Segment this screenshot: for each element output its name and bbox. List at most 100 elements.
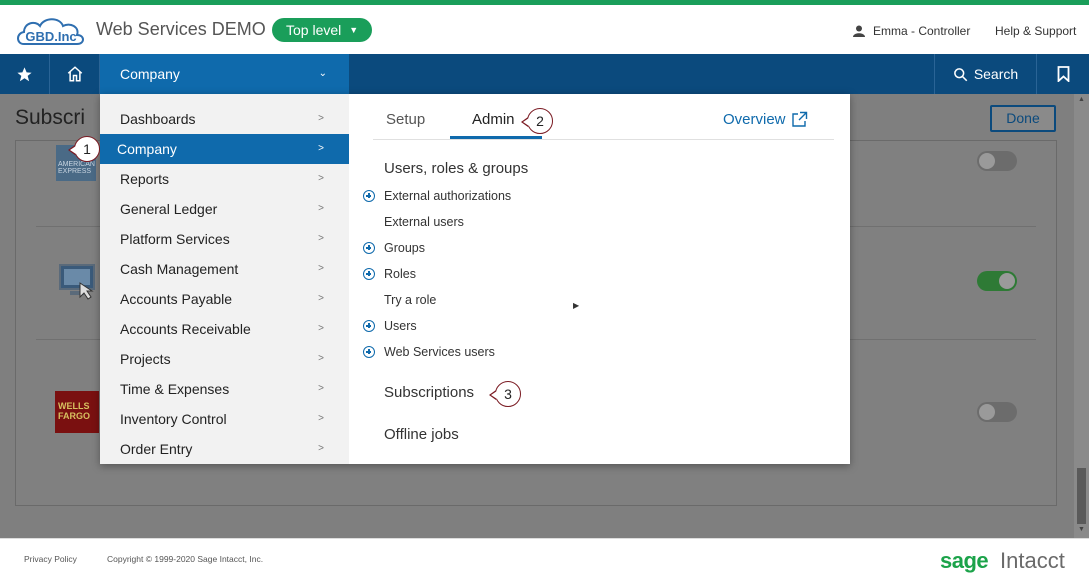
menu-item-cash-management[interactable]: Cash Management > [100,254,349,284]
menu-item-general-ledger[interactable]: General Ledger > [100,194,349,224]
menu-item-accounts-receivable[interactable]: Accounts Receivable > [100,314,349,344]
chevron-right-icon: > [318,113,324,124]
tab-setup[interactable]: Setup [386,111,425,128]
menu-item-inventory-control[interactable]: Inventory Control > [100,404,349,434]
add-icon[interactable] [363,268,375,280]
page-footer: Privacy Policy Copyright © 1999-2020 Sag… [0,538,1089,581]
callout-marker-1: 1 [68,136,100,162]
link-web-services-users[interactable]: Web Services users [363,345,495,359]
chevron-right-icon: > [318,293,324,304]
overview-link[interactable]: Overview [723,111,808,128]
link-external-users[interactable]: External users [363,215,464,229]
user-menu[interactable]: Emma - Controller [853,24,970,38]
entity-level-button[interactable]: Top level ▼ [272,18,373,42]
chevron-right-icon: > [318,383,324,394]
chevron-down-icon: ▼ [349,25,359,35]
scroll-thumb[interactable] [1077,468,1086,524]
svg-text:GBD.Inc: GBD.Inc [25,29,76,44]
entity-level-label: Top level [286,22,342,38]
scroll-down-icon[interactable]: ▼ [1077,526,1086,533]
menu-item-label: Inventory Control [120,411,227,427]
menu-item-accounts-payable[interactable]: Accounts Payable > [100,284,349,314]
company-mega-menu: Dashboards > Company > Reports > General Le… [100,94,850,464]
chevron-right-icon: > [318,323,324,334]
add-icon[interactable] [363,320,375,332]
chevron-down-icon: ⌄ [318,68,327,79]
privacy-policy-link[interactable]: Privacy Policy [24,554,77,564]
favorites-button[interactable] [0,54,50,94]
subscription-toggle-web-services[interactable] [977,271,1017,291]
menu-item-reports[interactable]: Reports > [100,164,349,194]
menu-item-dashboards[interactable]: Dashboards > [100,104,349,134]
intacct-brand-logo: Intacct [1000,548,1065,573]
user-name: Emma - Controller [873,24,971,38]
section-users-roles-groups: Users, roles & groups [384,160,529,177]
menu-item-platform-services[interactable]: Platform Services > [100,224,349,254]
menu-item-projects[interactable]: Projects > [100,344,349,374]
menu-item-label: Cash Management [120,261,239,277]
link-label: Groups [384,241,425,255]
add-icon[interactable] [363,242,375,254]
menu-item-label: Time & Expenses [120,381,230,397]
page-scrollbar[interactable]: ▲ ▼ [1074,94,1089,538]
chevron-right-icon: > [318,263,324,274]
link-label: Web Services users [384,345,495,359]
wells-fargo-logo: WELLS FARGO [55,391,99,433]
chevron-right-icon: > [318,443,324,454]
link-external-authorizations[interactable]: External authorizations [363,189,511,203]
link-subscriptions[interactable]: Subscriptions [384,384,474,401]
add-icon[interactable] [363,190,375,202]
chevron-right-icon: > [318,143,324,154]
menu-item-label: Dashboards [120,111,196,127]
link-label: Roles [384,267,416,281]
link-try-a-role[interactable]: Try a role [363,293,436,307]
company-logo[interactable]: GBD.Inc [14,14,88,50]
chevron-right-icon: > [318,173,324,184]
search-button[interactable]: Search [934,54,1036,94]
menu-item-time-expenses[interactable]: Time & Expenses > [100,374,349,404]
company-submenu-panel: Setup Admin Overview Users, roles & grou… [349,94,850,464]
menu-item-label: Platform Services [120,231,230,247]
menu-item-label: Reports [120,171,170,187]
link-roles[interactable]: Roles [363,267,416,281]
chevron-right-icon: > [318,353,324,364]
menu-item-label: Company [117,141,177,157]
nav-company-menu[interactable]: Company ⌄ [100,54,349,94]
menu-item-label: Order Entry [120,441,193,457]
menu-item-company[interactable]: Company > [100,134,349,164]
link-users[interactable]: Users [363,319,417,333]
bookmark-icon [1057,66,1069,82]
copyright-text: Copyright © 1999-2020 Sage Intacct, Inc. [107,554,264,564]
web-services-monitor-icon [59,264,95,300]
link-groups[interactable]: Groups [363,241,425,255]
chevron-right-icon: > [318,203,324,214]
help-support-link[interactable]: Help & Support [995,24,1076,38]
chevron-right-icon: > [318,413,324,424]
link-label: External users [384,215,464,229]
add-icon[interactable] [363,346,375,358]
link-label: External authorizations [384,189,512,203]
nav-company-label: Company [120,66,180,82]
subscription-toggle-amex[interactable] [977,151,1017,171]
link-label: Users [384,319,417,333]
search-icon [953,67,968,81]
bookmark-button[interactable] [1036,54,1089,94]
sage-brand-logo: sage [940,548,989,573]
overview-label: Overview [723,111,786,128]
link-offline-jobs[interactable]: Offline jobs [384,426,459,443]
menu-item-label: General Ledger [120,201,218,217]
app-header: GBD.Inc Web Services DEMO Top level ▼ Em… [0,5,1089,54]
main-nav-bar: Company ⌄ Search [0,54,1089,94]
external-link-icon [791,111,807,127]
subscription-toggle-wells-fargo[interactable] [977,402,1017,422]
scroll-up-icon[interactable]: ▲ [1077,96,1086,103]
search-label: Search [973,66,1019,82]
page-title: Subscri [15,106,86,129]
app-title: Web Services DEMO [96,19,266,39]
tab-admin[interactable]: Admin [472,111,515,128]
home-button[interactable] [50,54,100,94]
menu-item-label: Accounts Payable [120,291,233,307]
menu-item-order-entry[interactable]: Order Entry > [100,434,349,464]
link-label: Try a role [384,293,437,307]
done-button[interactable]: Done [990,105,1056,132]
